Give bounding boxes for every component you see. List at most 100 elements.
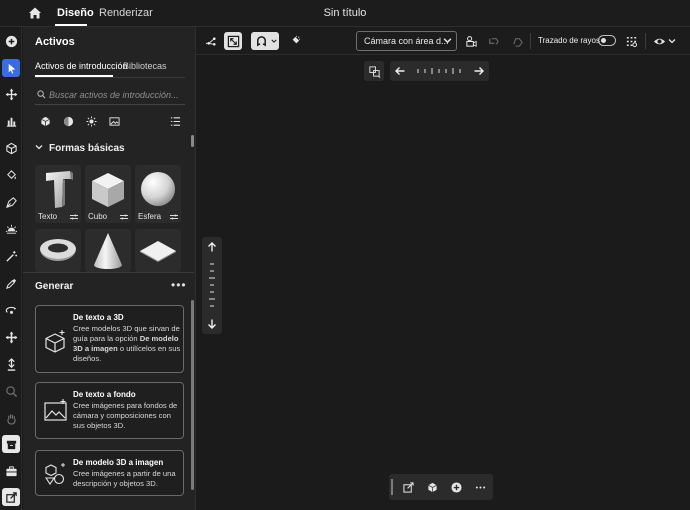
adjust-icon[interactable] [170, 214, 178, 220]
undo-camera-icon[interactable] [484, 32, 502, 50]
shape-label: Cubo [88, 212, 108, 221]
chevron-down-icon [443, 38, 452, 44]
assets-scrollbar[interactable] [191, 135, 194, 147]
shape-tile-sphere[interactable]: Esfera [135, 165, 181, 223]
active-tab-indicator [55, 24, 87, 26]
shape-tile-cube[interactable]: Cubo [85, 165, 131, 223]
export-icon[interactable] [2, 488, 20, 506]
paint-bucket-icon[interactable] [2, 166, 20, 184]
drag-handle[interactable] [391, 479, 393, 495]
snap-icon[interactable] [202, 32, 220, 50]
text-to-background-icon [44, 399, 67, 421]
3d-to-image-icon [44, 463, 65, 485]
shape-label: Esfera [138, 212, 162, 221]
card-3d-to-image[interactable]: De modelo 3D a imagen Cree imágenes a pa… [35, 450, 184, 496]
camera-add-icon[interactable] [462, 32, 480, 50]
text-to-3d-icon [45, 330, 65, 353]
light-icon[interactable] [2, 220, 20, 238]
render-settings-icon[interactable] [622, 32, 640, 50]
add-icon[interactable] [449, 480, 463, 494]
fit-view-icon[interactable] [364, 61, 384, 81]
viewport-toolbar: Cámara con área d... Trazado de rayos [196, 27, 690, 55]
basic-shapes-header[interactable]: Formas básicas [35, 143, 125, 154]
camera-select-value: Cámara con área d... [364, 36, 449, 46]
chart-icon[interactable] [2, 112, 20, 130]
more-options-icon[interactable]: ••• [171, 278, 187, 292]
select-icon[interactable] [2, 59, 20, 77]
basic-shapes-title: Formas básicas [49, 143, 125, 154]
shape-tile-plane[interactable] [135, 229, 181, 272]
card-description: Cree imágenes a partir de una descripció… [73, 469, 176, 488]
card-text-to-3d[interactable]: De texto a 3D Cree modelos 3D que sirvan… [35, 305, 184, 373]
text-3d-icon [46, 171, 73, 208]
subtab-libraries[interactable]: Bibliotecas [123, 61, 167, 71]
card-title: De texto a fondo [73, 390, 136, 399]
generate-section: Generar ••• De texto a 3D Cree modelos 3… [23, 272, 194, 510]
torus-shape-icon [40, 239, 76, 261]
toolbar-divider [645, 33, 646, 49]
models-filter-icon[interactable] [38, 114, 52, 128]
generate-scrollbar[interactable] [191, 300, 194, 490]
more-options-icon[interactable] [473, 480, 487, 494]
arrow-right-icon[interactable] [473, 65, 485, 77]
add-icon[interactable] [2, 32, 20, 50]
vertical-slider-ticks[interactable] [207, 262, 217, 308]
eyedropper-icon[interactable] [2, 274, 20, 292]
export-icon[interactable] [401, 480, 415, 494]
redo-camera-icon[interactable] [508, 32, 526, 50]
shape-tile-text[interactable]: Texto [35, 165, 81, 223]
cube-icon[interactable] [425, 480, 439, 494]
cone-shape-icon [94, 233, 122, 269]
search-box [35, 87, 185, 105]
sphere-shape-icon [141, 172, 175, 206]
left-toolbar [0, 27, 22, 510]
orbit-icon[interactable] [2, 301, 20, 319]
dolly-icon[interactable] [2, 355, 20, 373]
chevron-down-icon [35, 143, 43, 154]
pan-icon[interactable] [2, 328, 20, 346]
chevron-down-icon[interactable] [666, 32, 678, 50]
briefcase-icon[interactable] [2, 462, 20, 480]
camera-select[interactable]: Cámara con área d... [356, 31, 457, 51]
horizontal-slider-ticks[interactable] [416, 66, 464, 76]
active-subtab-indicator [35, 75, 113, 77]
card-title: De modelo 3D a imagen [73, 458, 164, 467]
arrow-down-icon[interactable] [206, 318, 218, 330]
lights-filter-icon[interactable] [84, 114, 98, 128]
card-title: De texto a 3D [73, 313, 124, 322]
subtab-starter-assets[interactable]: Activos de introducción [35, 61, 128, 71]
materials-filter-icon[interactable] [61, 114, 75, 128]
adjust-icon[interactable] [70, 214, 78, 220]
shape-tile-torus[interactable] [35, 229, 81, 272]
document-title: Sin título [323, 7, 367, 19]
shape-label: Texto [38, 212, 58, 221]
list-view-icon[interactable] [168, 114, 182, 128]
zoom-icon[interactable] [2, 382, 20, 400]
magnet-dropdown[interactable] [251, 32, 279, 50]
card-text-to-background[interactable]: De texto a fondo Cree imágenes para fond… [35, 382, 184, 439]
shape-tile-cone[interactable] [85, 229, 131, 272]
vertical-nudge-widget [202, 237, 222, 334]
raytrace-toggle[interactable] [598, 35, 616, 46]
magic-wand-icon[interactable] [2, 247, 20, 265]
horizontal-nudge-widget [390, 61, 489, 81]
top-bar: Diseño Renderizar Sin título [0, 0, 690, 27]
adjust-icon[interactable] [120, 214, 128, 220]
raytrace-label: Trazado de rayos [538, 36, 600, 45]
archive-icon[interactable] [2, 435, 20, 453]
card-description: Cree imágenes para fondos de cámara y co… [73, 401, 178, 430]
ground-snap-icon[interactable] [285, 32, 303, 50]
floating-action-bar [389, 474, 493, 500]
frame-selection-icon[interactable] [224, 32, 242, 50]
cube-icon[interactable] [2, 139, 20, 157]
images-filter-icon[interactable] [107, 114, 121, 128]
plane-shape-icon [140, 241, 176, 262]
pen-icon[interactable] [2, 193, 20, 211]
search-input[interactable] [49, 88, 183, 102]
hand-icon[interactable] [2, 409, 20, 427]
arrow-up-icon[interactable] [206, 241, 218, 253]
move-icon[interactable] [2, 85, 20, 103]
arrow-left-icon[interactable] [394, 65, 406, 77]
viewport-canvas[interactable] [196, 56, 690, 510]
generate-title: Generar [35, 281, 74, 292]
